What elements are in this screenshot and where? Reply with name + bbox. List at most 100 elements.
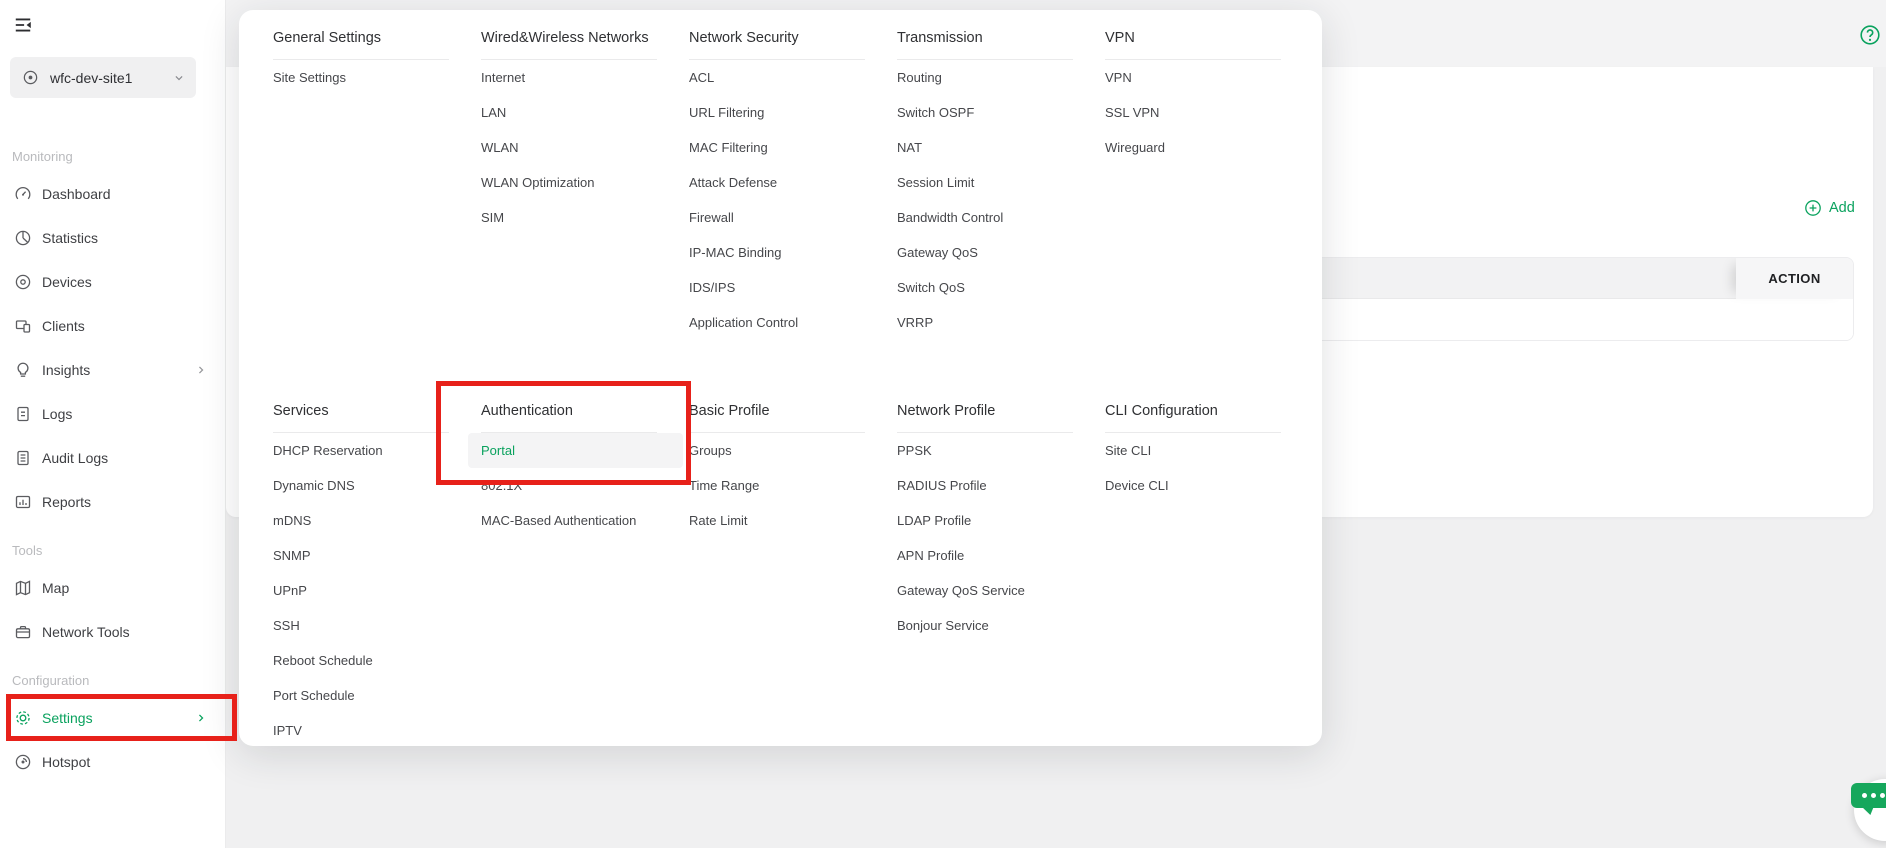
menu-item-vpn[interactable]: VPN (1105, 60, 1281, 95)
menu-item-time-range[interactable]: Time Range (689, 468, 865, 503)
menu-item-bonjour-service[interactable]: Bonjour Service (897, 608, 1073, 643)
sidebar-item-label: Settings (42, 710, 93, 726)
menu-item-attack-defense[interactable]: Attack Defense (689, 165, 865, 200)
sidebar-item-statistics[interactable]: Statistics (0, 216, 226, 260)
sidebar-item-clients[interactable]: Clients (0, 304, 226, 348)
menu-item-groups[interactable]: Groups (689, 433, 865, 468)
section-label-monitoring: Monitoring (0, 142, 226, 172)
menu-group-title: CLI Configuration (1105, 403, 1281, 433)
audit-logs-icon (14, 449, 32, 467)
sidebar-item-insights[interactable]: Insights (0, 348, 226, 392)
site-selector[interactable]: wfc-dev-site1 (10, 57, 196, 98)
chevron-down-icon (172, 71, 186, 85)
menu-item-wlan[interactable]: WLAN (481, 130, 657, 165)
menu-item-acl[interactable]: ACL (689, 60, 865, 95)
sidebar-item-devices[interactable]: Devices (0, 260, 226, 304)
menu-item-site-settings[interactable]: Site Settings (273, 60, 449, 95)
menu-item-mac-based-authentication[interactable]: MAC-Based Authentication (481, 503, 657, 538)
menu-group-network-profile: Network ProfilePPSKRADIUS ProfileLDAP Pr… (897, 403, 1073, 643)
insights-icon (14, 361, 32, 379)
menu-item-routing[interactable]: Routing (897, 60, 1073, 95)
menu-item-wlan-optimization[interactable]: WLAN Optimization (481, 165, 657, 200)
menu-item-wireguard[interactable]: Wireguard (1105, 130, 1281, 165)
menu-item-reboot-schedule[interactable]: Reboot Schedule (273, 643, 449, 678)
sidebar-item-label: Reports (42, 494, 91, 510)
collapse-sidebar-icon[interactable] (13, 15, 33, 35)
sidebar-item-label: Network Tools (42, 624, 130, 640)
sidebar: wfc-dev-site1 Monitoring Dashboard Statist… (0, 0, 226, 848)
menu-item-snmp[interactable]: SNMP (273, 538, 449, 573)
menu-item-vrrp[interactable]: VRRP (897, 305, 1073, 340)
menu-item-site-cli[interactable]: Site CLI (1105, 433, 1281, 468)
menu-item-radius-profile[interactable]: RADIUS Profile (897, 468, 1073, 503)
location-icon (22, 69, 39, 86)
menu-item-dynamic-dns[interactable]: Dynamic DNS (273, 468, 449, 503)
menu-item-mdns[interactable]: mDNS (273, 503, 449, 538)
sidebar-item-label: Clients (42, 318, 85, 334)
chevron-right-icon (194, 711, 208, 725)
sidebar-item-dashboard[interactable]: Dashboard (0, 172, 226, 216)
menu-item-ip-mac-binding[interactable]: IP-MAC Binding (689, 235, 865, 270)
menu-item-ppsk[interactable]: PPSK (897, 433, 1073, 468)
menu-item-rate-limit[interactable]: Rate Limit (689, 503, 865, 538)
sidebar-item-label: Map (42, 580, 69, 596)
sidebar-item-audit-logs[interactable]: Audit Logs (0, 436, 226, 480)
sidebar-item-map[interactable]: Map (0, 566, 226, 610)
menu-item-802-1x[interactable]: 802.1X (481, 468, 657, 503)
menu-item-ldap-profile[interactable]: LDAP Profile (897, 503, 1073, 538)
menu-item-switch-ospf[interactable]: Switch OSPF (897, 95, 1073, 130)
help-icon[interactable] (1859, 24, 1881, 46)
sidebar-item-logs[interactable]: Logs (0, 392, 226, 436)
menu-item-session-limit[interactable]: Session Limit (897, 165, 1073, 200)
menu-group-cli-configuration: CLI ConfigurationSite CLIDevice CLI (1105, 403, 1281, 503)
menu-item-nat[interactable]: NAT (897, 130, 1073, 165)
sidebar-item-label: Hotspot (42, 754, 90, 770)
menu-item-switch-qos[interactable]: Switch QoS (897, 270, 1073, 305)
chat-dots-icon[interactable] (1851, 783, 1886, 808)
menu-item-internet[interactable]: Internet (481, 60, 657, 95)
menu-item-dhcp-reservation[interactable]: DHCP Reservation (273, 433, 449, 468)
site-name: wfc-dev-site1 (50, 70, 172, 86)
menu-item-ssl-vpn[interactable]: SSL VPN (1105, 95, 1281, 130)
menu-item-iptv[interactable]: IPTV (273, 713, 449, 748)
sidebar-item-label: Dashboard (42, 186, 111, 202)
menu-item-portal[interactable]: Portal (468, 433, 683, 468)
sidebar-item-label: Insights (42, 362, 90, 378)
menu-item-url-filtering[interactable]: URL Filtering (689, 95, 865, 130)
menu-group-services: ServicesDHCP ReservationDynamic DNSmDNSS… (273, 403, 449, 748)
section-label-tools: Tools (0, 536, 226, 566)
map-icon (14, 579, 32, 597)
menu-group-title: Network Security (689, 30, 865, 60)
menu-item-gateway-qos-service[interactable]: Gateway QoS Service (897, 573, 1073, 608)
hotspot-icon (14, 753, 32, 771)
menu-item-mac-filtering[interactable]: MAC Filtering (689, 130, 865, 165)
sidebar-item-network-tools[interactable]: Network Tools (0, 610, 226, 654)
menu-item-ssh[interactable]: SSH (273, 608, 449, 643)
settings-mega-menu: General SettingsSite SettingsWired&Wirel… (239, 10, 1322, 746)
logs-icon (14, 405, 32, 423)
menu-group-title: VPN (1105, 30, 1281, 60)
sidebar-item-label: Audit Logs (42, 450, 108, 466)
menu-group-title: Basic Profile (689, 403, 865, 433)
menu-item-firewall[interactable]: Firewall (689, 200, 865, 235)
sidebar-item-reports[interactable]: Reports (0, 480, 226, 524)
menu-item-upnp[interactable]: UPnP (273, 573, 449, 608)
menu-item-lan[interactable]: LAN (481, 95, 657, 130)
menu-item-gateway-qos[interactable]: Gateway QoS (897, 235, 1073, 270)
menu-item-device-cli[interactable]: Device CLI (1105, 468, 1281, 503)
menu-item-apn-profile[interactable]: APN Profile (897, 538, 1073, 573)
menu-item-sim[interactable]: SIM (481, 200, 657, 235)
sidebar-item-label: Devices (42, 274, 92, 290)
sidebar-item-label: Logs (42, 406, 72, 422)
menu-item-ids-ips[interactable]: IDS/IPS (689, 270, 865, 305)
add-button[interactable]: Add (1804, 199, 1855, 217)
sidebar-item-hotspot[interactable]: Hotspot (0, 740, 226, 784)
menu-item-port-schedule[interactable]: Port Schedule (273, 678, 449, 713)
menu-group-general-settings: General SettingsSite Settings (273, 30, 449, 95)
plus-circle-icon (1804, 199, 1822, 217)
network-tools-icon (14, 623, 32, 641)
menu-item-bandwidth-control[interactable]: Bandwidth Control (897, 200, 1073, 235)
sidebar-item-settings[interactable]: Settings (0, 696, 226, 740)
menu-item-application-control[interactable]: Application Control (689, 305, 865, 340)
menu-group-authentication: AuthenticationPortal802.1XMAC-Based Auth… (481, 403, 657, 538)
